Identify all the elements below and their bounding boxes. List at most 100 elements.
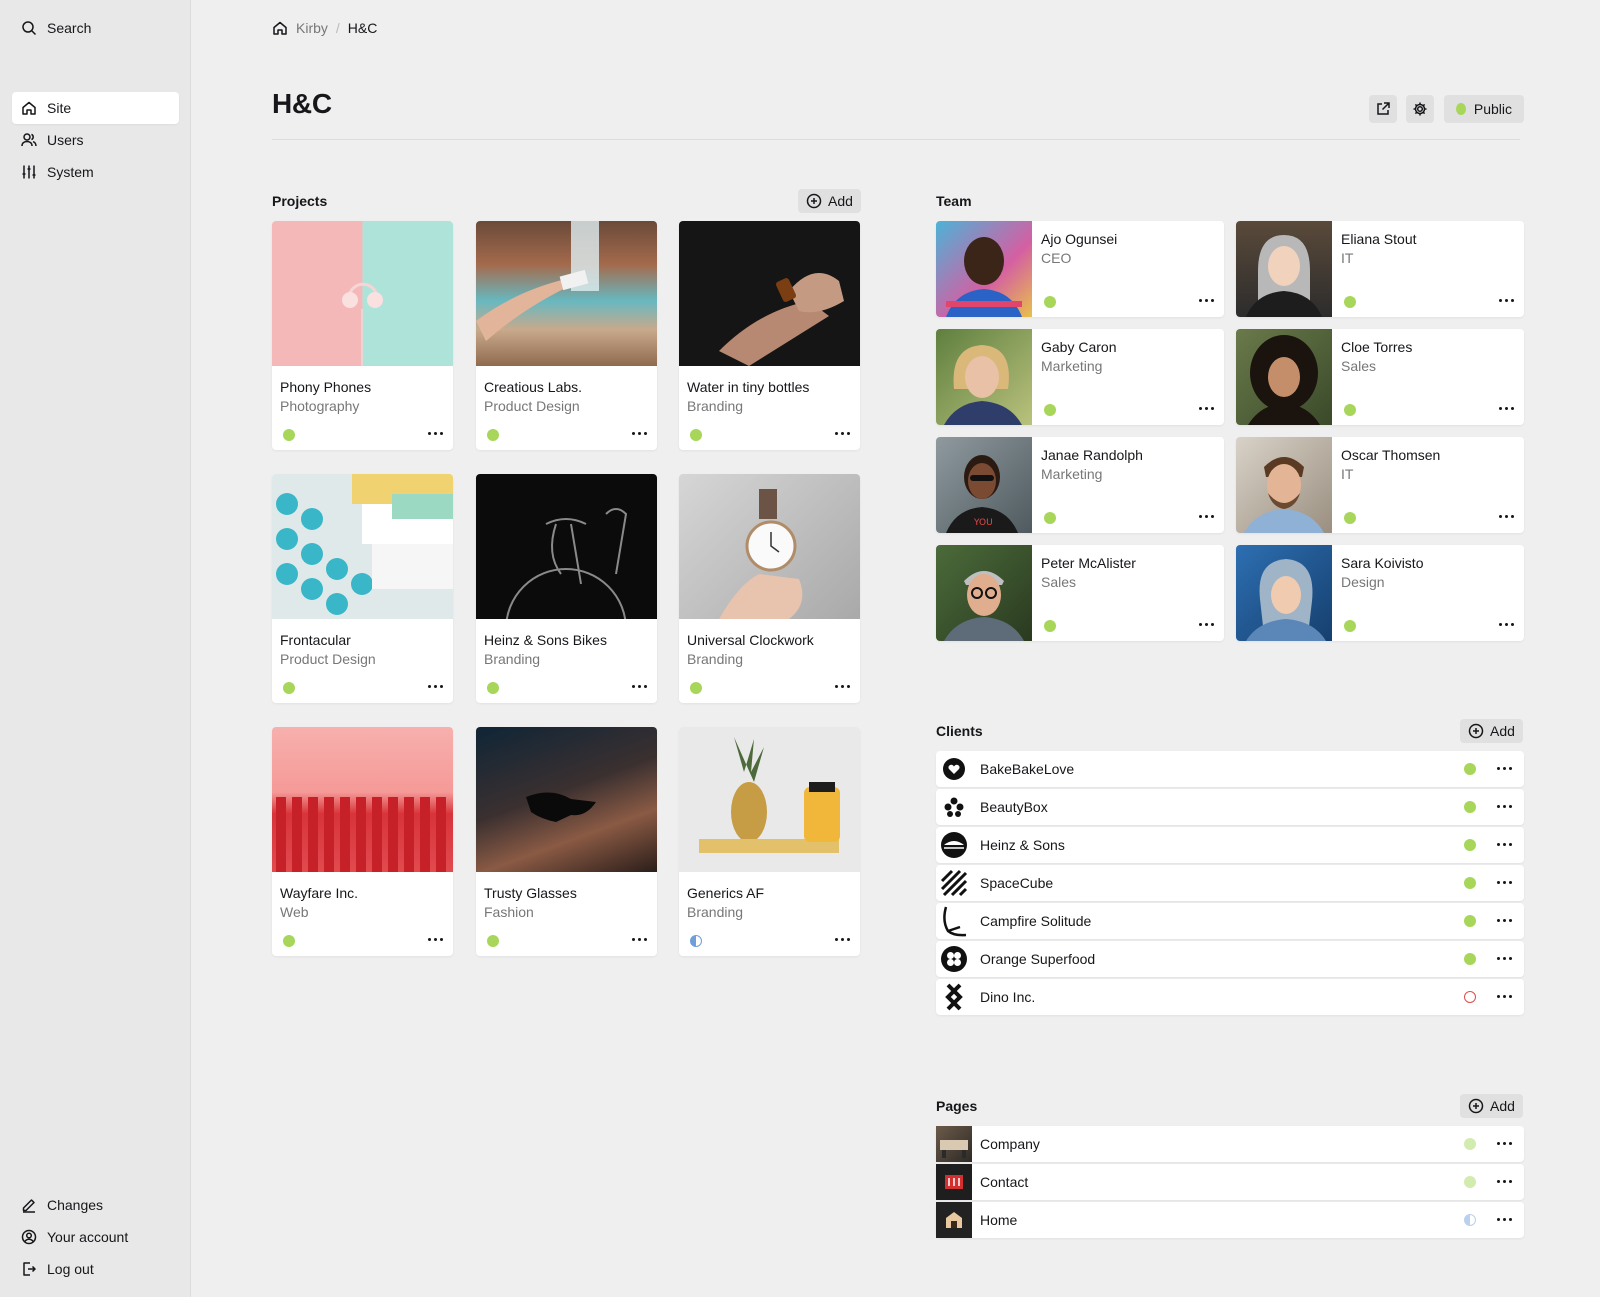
page-row[interactable]: Home [936,1202,1524,1238]
options-button[interactable] [1493,1138,1516,1149]
options-button[interactable] [831,934,854,945]
options-button[interactable] [1495,403,1518,414]
open-preview-button[interactable] [1369,95,1397,123]
status-dot[interactable] [1464,915,1476,927]
breadcrumb-current[interactable]: H&C [348,20,378,36]
page-row[interactable]: Company [936,1126,1524,1162]
options-button[interactable] [1493,953,1516,964]
options-button[interactable] [1493,1176,1516,1187]
options-button[interactable] [831,428,854,439]
status-dot[interactable] [1344,296,1356,308]
status-dot[interactable] [283,935,295,947]
client-row[interactable]: Orange Superfood [936,941,1524,977]
status-dot[interactable] [1464,1138,1476,1150]
sidebar-item-site[interactable]: Site [12,92,179,124]
project-image [476,474,657,619]
client-row[interactable]: BakeBakeLove [936,751,1524,787]
home-icon[interactable] [272,20,288,36]
team-member-card[interactable]: Ajo Ogunsei CEO [936,221,1224,317]
options-button[interactable] [1495,295,1518,306]
client-row[interactable]: BeautyBox [936,789,1524,825]
project-card[interactable]: Wayfare Inc. Web [272,727,453,956]
status-dot[interactable] [1464,763,1476,775]
project-card[interactable]: Frontacular Product Design [272,474,453,703]
options-button[interactable] [1493,1214,1516,1225]
logout-button[interactable]: Log out [12,1253,179,1285]
status-dot[interactable] [487,935,499,947]
status-draft-icon[interactable] [1464,991,1476,1003]
status-dot[interactable] [690,429,702,441]
client-row[interactable]: Heinz & Sons [936,827,1524,863]
clients-add-button[interactable]: Add [1460,719,1523,743]
status-dot[interactable] [283,682,295,694]
team-member-card[interactable]: Oscar Thomsen IT [1236,437,1524,533]
member-name: Ajo Ogunsei [1041,231,1118,247]
options-button[interactable] [1493,915,1516,926]
options-button[interactable] [1493,991,1516,1002]
status-dot[interactable] [487,429,499,441]
page-row[interactable]: Contact [936,1164,1524,1200]
sidebar-item-users[interactable]: Users [12,124,179,156]
options-button[interactable] [831,681,854,692]
settings-button[interactable] [1406,95,1434,123]
sidebar-item-system[interactable]: System [12,156,179,188]
status-dot[interactable] [1344,512,1356,524]
status-dot[interactable] [1464,1176,1476,1188]
status-dot[interactable] [1044,404,1056,416]
options-button[interactable] [424,428,447,439]
status-dot[interactable] [1044,620,1056,632]
projects-add-button[interactable]: Add [798,189,861,213]
options-button[interactable] [1195,619,1218,630]
team-member-card[interactable]: Eliana Stout IT [1236,221,1524,317]
project-card[interactable]: Heinz & Sons Bikes Branding [476,474,657,703]
options-button[interactable] [1195,511,1218,522]
options-button[interactable] [1495,619,1518,630]
options-button[interactable] [628,934,651,945]
project-card[interactable]: Generics AF Branding [679,727,860,956]
options-button[interactable] [1493,839,1516,850]
project-card[interactable]: Creatious Labs. Product Design [476,221,657,450]
team-member-card[interactable]: Peter McAlister Sales [936,545,1224,641]
client-row[interactable]: Dino Inc. [936,979,1524,1015]
status-dot[interactable] [1344,620,1356,632]
status-button[interactable]: Public [1444,95,1524,123]
project-card[interactable]: Trusty Glasses Fashion [476,727,657,956]
search-button[interactable]: Search [12,12,179,44]
status-dot[interactable] [283,429,295,441]
options-button[interactable] [1493,877,1516,888]
sidebar-item-changes[interactable]: Changes [12,1189,179,1221]
sidebar-item-account[interactable]: Your account [12,1221,179,1253]
options-button[interactable] [628,428,651,439]
team-member-card[interactable]: YOU Janae Randolph Marketing [936,437,1224,533]
team-member-card[interactable]: Gaby Caron Marketing [936,329,1224,425]
team-member-card[interactable]: Sara Koivisto Design [1236,545,1524,641]
breadcrumb-root-link[interactable]: Kirby [296,20,328,36]
status-unlisted-icon[interactable] [1464,1214,1476,1226]
status-dot[interactable] [1344,404,1356,416]
project-card[interactable]: Universal Clockwork Branding [679,474,860,703]
project-card[interactable]: Phony Phones Photography [272,221,453,450]
options-button[interactable] [1493,763,1516,774]
team-member-card[interactable]: Cloe Torres Sales [1236,329,1524,425]
status-unlisted-icon[interactable] [690,935,702,947]
options-button[interactable] [628,681,651,692]
options-button[interactable] [424,681,447,692]
client-row[interactable]: Campfire Solitude [936,903,1524,939]
options-button[interactable] [1195,295,1218,306]
projects-title: Projects [272,193,328,209]
status-dot[interactable] [1044,512,1056,524]
client-row[interactable]: SpaceCube [936,865,1524,901]
options-button[interactable] [1195,403,1218,414]
status-dot[interactable] [1044,296,1056,308]
options-button[interactable] [1493,801,1516,812]
status-dot[interactable] [1464,953,1476,965]
project-card[interactable]: Water in tiny bottles Branding [679,221,860,450]
status-dot[interactable] [690,682,702,694]
status-dot[interactable] [487,682,499,694]
pages-add-button[interactable]: Add [1460,1094,1523,1118]
status-dot[interactable] [1464,839,1476,851]
status-dot[interactable] [1464,801,1476,813]
options-button[interactable] [424,934,447,945]
status-dot[interactable] [1464,877,1476,889]
options-button[interactable] [1495,511,1518,522]
